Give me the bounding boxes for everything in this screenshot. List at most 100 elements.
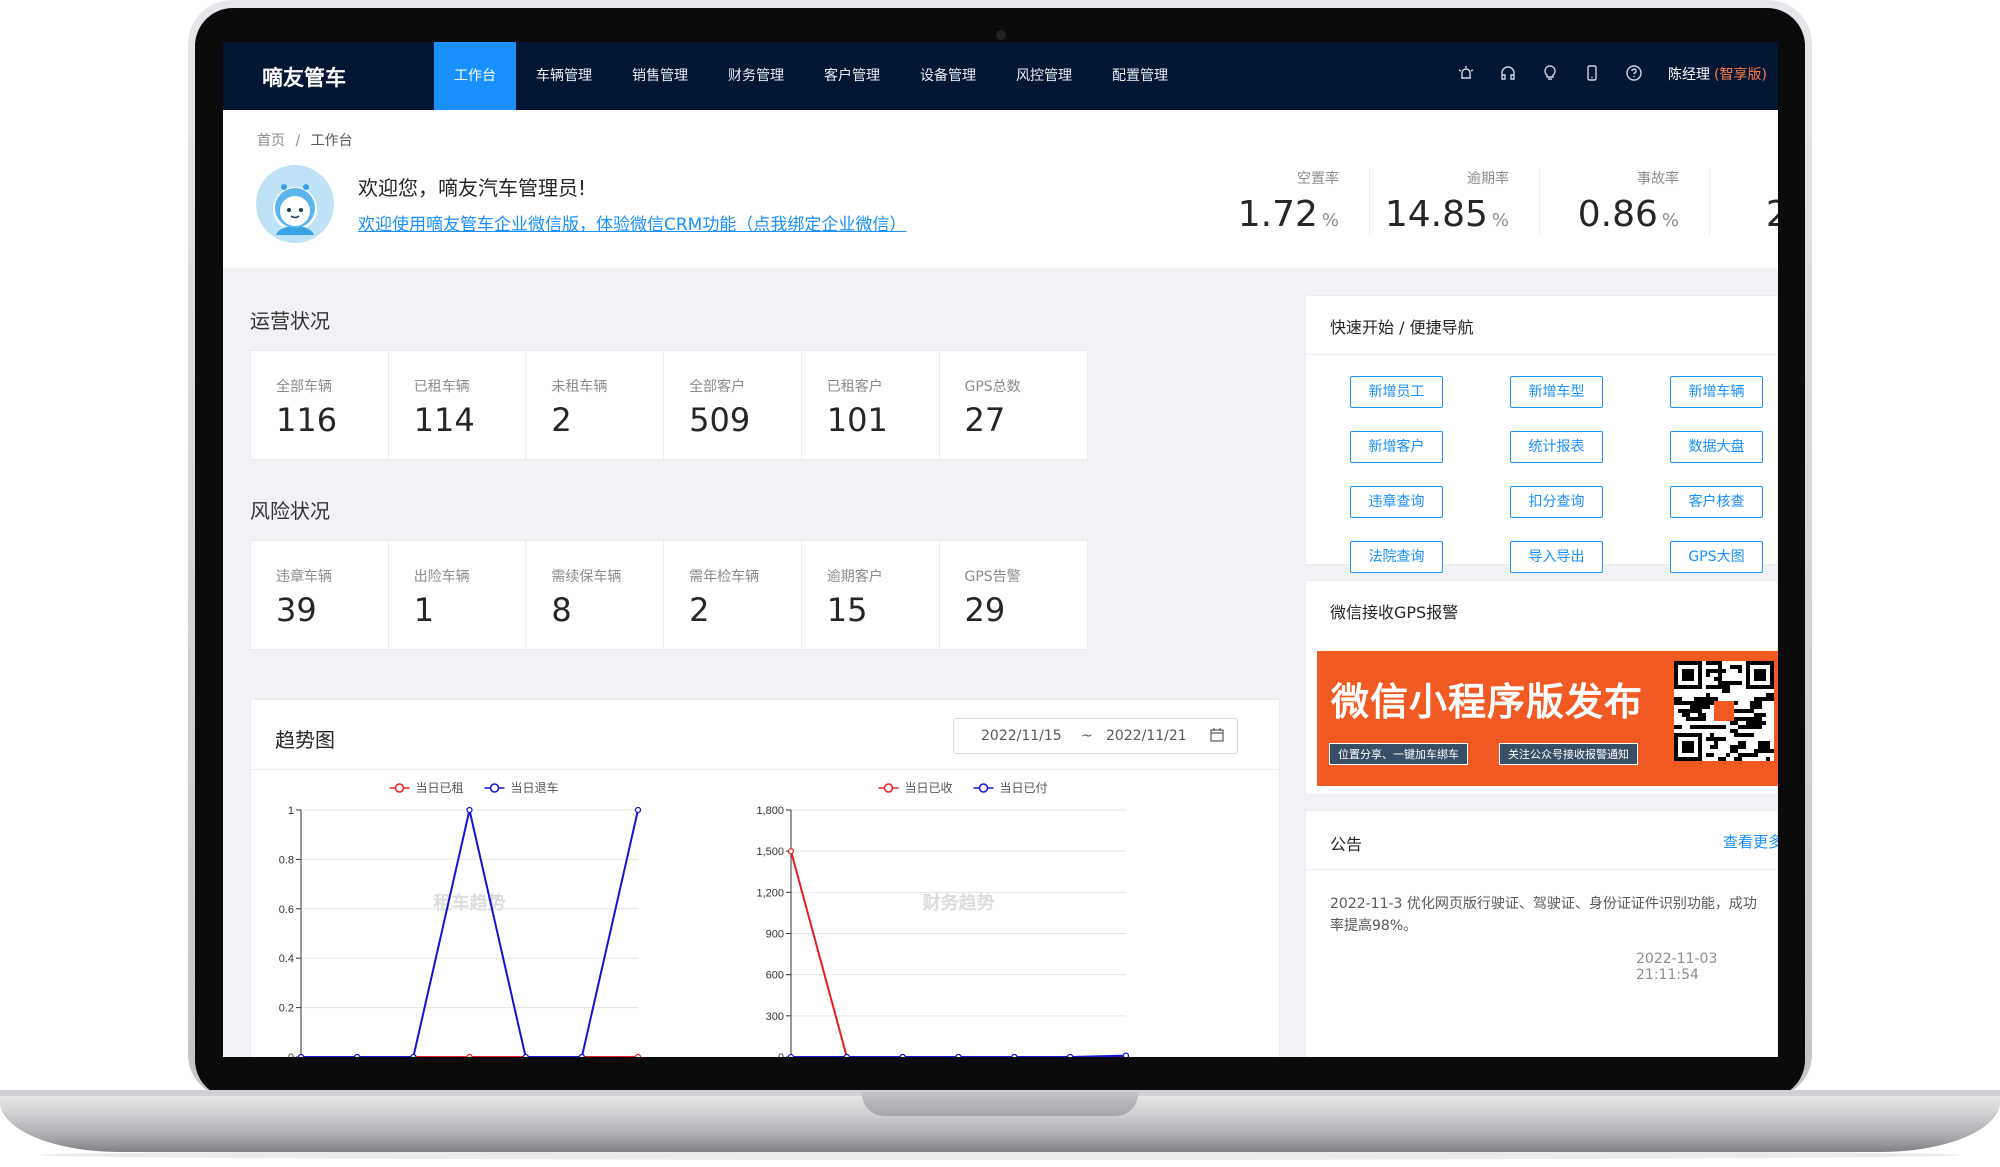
card-value: 1 bbox=[413, 591, 435, 629]
nav-item-5[interactable]: 设备管理 bbox=[900, 42, 996, 110]
data-point[interactable] bbox=[522, 1053, 529, 1058]
data-point[interactable] bbox=[634, 806, 642, 814]
app-screen: 嘀友管车 工作台 车辆管理 销售管理 财务管理 客户管理 设备管理 风控管理 配置管理 bbox=[223, 42, 1778, 1057]
user-name: 陈经理 bbox=[1668, 67, 1710, 83]
legend-item[interactable]: 当日退车 bbox=[484, 780, 559, 795]
quick-nav-button[interactable]: 新增员工 bbox=[1350, 376, 1443, 408]
date-end[interactable]: 2022/11/21 bbox=[1106, 728, 1187, 744]
data-point[interactable] bbox=[634, 1053, 642, 1058]
date-range-picker[interactable]: 2022/11/15 ~ 2022/11/21 bbox=[953, 718, 1238, 754]
kpi-label: 维修 bbox=[1710, 168, 1778, 188]
data-point[interactable] bbox=[1122, 1052, 1130, 1057]
risk-card[interactable]: 逾期客户 15 bbox=[800, 540, 950, 650]
card-label: 需续保车辆 bbox=[551, 569, 622, 585]
kpi-value-row: 1.72% bbox=[1200, 194, 1339, 235]
risk-card[interactable]: 需年检车辆 2 bbox=[663, 540, 813, 650]
data-point[interactable] bbox=[1067, 1053, 1074, 1058]
date-separator: ~ bbox=[1081, 728, 1093, 744]
series-line bbox=[790, 850, 1126, 1057]
mobile-icon[interactable] bbox=[1582, 64, 1602, 84]
alarm-icon[interactable] bbox=[1456, 64, 1476, 84]
risk-card[interactable]: 出险车辆 1 bbox=[387, 540, 537, 650]
data-point[interactable] bbox=[787, 848, 795, 855]
operations-card[interactable]: GPS总数 27 bbox=[938, 350, 1088, 460]
quick-nav-button[interactable]: 数据大盘 bbox=[1670, 431, 1763, 463]
data-point[interactable] bbox=[410, 1053, 417, 1058]
kpi-3: 维修 2.59 bbox=[1710, 168, 1778, 235]
nav-item-2[interactable]: 销售管理 bbox=[612, 42, 708, 110]
data-point[interactable] bbox=[955, 1053, 962, 1058]
quick-nav-button[interactable]: 法院查询 bbox=[1350, 541, 1443, 573]
quick-nav-button[interactable]: 新增车辆 bbox=[1670, 376, 1763, 408]
qr-code-icon bbox=[1674, 661, 1774, 761]
operations-card[interactable]: 未租车辆 2 bbox=[525, 350, 675, 460]
kpi-0: 空置率 1.72% bbox=[1200, 168, 1370, 235]
risk-card[interactable]: GPS告警 29 bbox=[938, 540, 1088, 650]
help-icon[interactable] bbox=[1624, 64, 1644, 84]
nav-item-3[interactable]: 财务管理 bbox=[708, 42, 804, 110]
trend-title: 趋势图 bbox=[275, 728, 335, 752]
nav-item-7[interactable]: 配置管理 bbox=[1092, 42, 1188, 110]
risk-card[interactable]: 违章车辆 39 bbox=[250, 540, 399, 650]
y-tick-label: 1,200 bbox=[756, 887, 784, 899]
quick-nav-button[interactable]: 违章查询 bbox=[1350, 486, 1443, 518]
quick-nav-button[interactable]: 扣分查询 bbox=[1510, 486, 1603, 518]
view-more-link[interactable]: 查看更多 bbox=[1723, 831, 1778, 852]
legend-item[interactable]: 当日已租 bbox=[389, 781, 464, 795]
card-label: 出险车辆 bbox=[413, 569, 470, 585]
kpi-stats: 空置率 1.72% 逾期率 14.85% 事故率 0.86% 维修 2.59 bbox=[1200, 168, 1778, 235]
quick-nav-button[interactable]: 新增客户 bbox=[1350, 431, 1443, 463]
y-tick-label: 0 bbox=[778, 1052, 784, 1057]
operations-card[interactable]: 已租客户 101 bbox=[800, 350, 950, 460]
data-point[interactable] bbox=[843, 1053, 850, 1058]
data-point[interactable] bbox=[297, 1053, 305, 1058]
kpi-value: 2.59 bbox=[1765, 194, 1778, 235]
breadcrumb-home[interactable]: 首页 bbox=[257, 133, 285, 149]
quick-nav-divider bbox=[1306, 354, 1777, 355]
notice-title: 公告 bbox=[1330, 835, 1363, 854]
data-point[interactable] bbox=[578, 1053, 585, 1058]
data-point[interactable] bbox=[354, 1053, 361, 1058]
series-line bbox=[301, 809, 639, 1057]
quick-nav-button[interactable]: GPS大图 bbox=[1670, 541, 1763, 573]
operations-card[interactable]: 全部客户 509 bbox=[663, 350, 813, 460]
y-tick-label: 0.4 bbox=[279, 953, 294, 965]
notice-item[interactable]: 2022-11-3 优化网页版行驶证、驾驶证、身份证证件识别功能，成功率提高98… bbox=[1330, 893, 1770, 937]
calendar-icon[interactable] bbox=[1209, 727, 1225, 747]
notice-date: 2022-11-03 21:11:54 bbox=[1636, 951, 1718, 983]
mini-program-banner[interactable]: 微信小程序版发布 位置分享、一键加车绑车 关注公众号接收报警通知 bbox=[1317, 651, 1778, 786]
data-point[interactable] bbox=[899, 1053, 906, 1058]
nav-item-0[interactable]: 工作台 bbox=[434, 42, 516, 110]
quick-nav-button[interactable]: 新增车型 bbox=[1510, 376, 1603, 408]
kpi-value: 14.85 bbox=[1384, 194, 1488, 235]
quick-nav-button[interactable]: 统计报表 bbox=[1510, 431, 1603, 463]
card-label: 已租车辆 bbox=[413, 379, 470, 395]
nav-item-1[interactable]: 车辆管理 bbox=[516, 42, 612, 110]
quick-nav-button[interactable]: 导入导出 bbox=[1510, 541, 1603, 573]
operations-card[interactable]: 已租车辆 114 bbox=[387, 350, 537, 460]
legend-item[interactable]: 当日已付 bbox=[973, 781, 1048, 795]
app-logo[interactable]: 嘀友管车 bbox=[262, 62, 346, 92]
date-start[interactable]: 2022/11/15 bbox=[981, 728, 1062, 744]
headset-icon[interactable] bbox=[1498, 64, 1518, 84]
risk-card[interactable]: 需续保车辆 8 bbox=[525, 540, 675, 650]
legend-item[interactable]: 当日已收 bbox=[878, 781, 953, 795]
card-value: 15 bbox=[826, 591, 868, 629]
user-menu[interactable]: 陈经理 (智享版) bbox=[1668, 64, 1767, 84]
operations-card[interactable]: 全部车辆 116 bbox=[250, 350, 399, 460]
quick-nav-button[interactable]: 客户核查 bbox=[1670, 486, 1763, 518]
nav-item-6[interactable]: 风控管理 bbox=[996, 42, 1092, 110]
data-point[interactable] bbox=[787, 1053, 795, 1058]
finance-trend-chart: 当日已收 当日已付财务趋势 0 300 600 900 1,200 1,500 1,800 bbox=[756, 781, 1130, 1058]
data-point[interactable] bbox=[1011, 1053, 1018, 1058]
kpi-unit: % bbox=[1321, 210, 1339, 231]
data-point[interactable] bbox=[466, 806, 473, 814]
bind-wechat-link[interactable]: 欢迎使用嘀友管车企业微信版，体验微信CRM功能（点我绑定企业微信） bbox=[358, 210, 906, 235]
y-tick-label: 0 bbox=[288, 1052, 294, 1057]
nav-item-4[interactable]: 客户管理 bbox=[804, 42, 900, 110]
bulb-icon[interactable] bbox=[1540, 64, 1560, 84]
legend-label: 当日退车 bbox=[511, 780, 559, 795]
data-point[interactable] bbox=[466, 1053, 473, 1058]
edition-badge: (智享版) bbox=[1714, 67, 1767, 83]
chart-watermark-title: 财务趋势 bbox=[923, 892, 995, 914]
